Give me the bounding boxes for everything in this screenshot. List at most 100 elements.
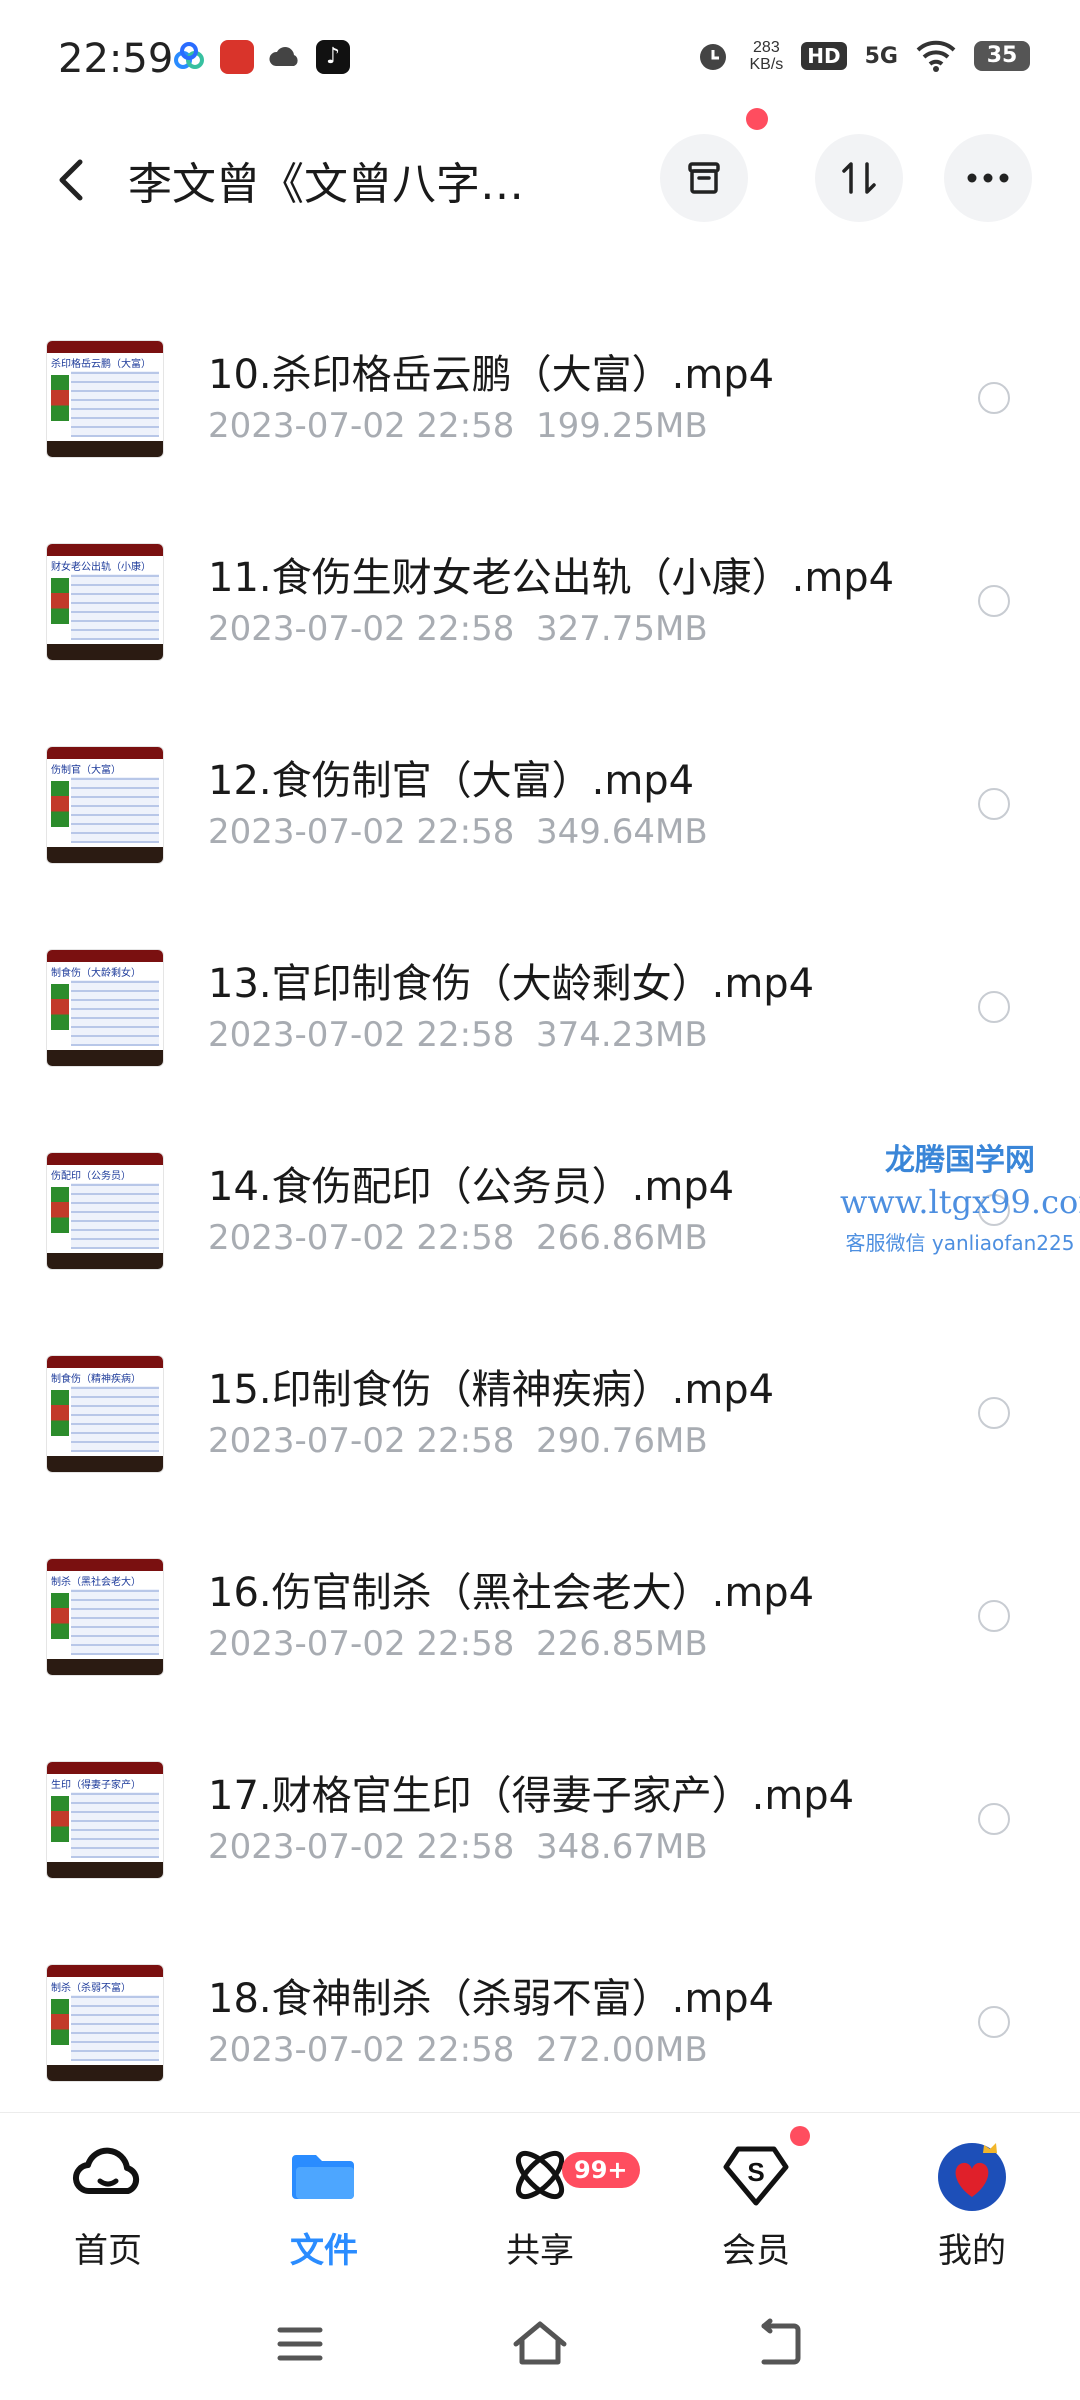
file-meta: 2023-07-02 22:58 272.00MB — [208, 2030, 708, 2070]
alarm-icon — [700, 44, 727, 70]
sort-icon — [842, 162, 876, 194]
cloud-app-icon — [174, 42, 204, 69]
back-nav-button[interactable] — [750, 2316, 810, 2372]
more-dots-icon — [967, 173, 1009, 183]
file-date: 2023-07-02 22:58 — [208, 2030, 515, 2070]
archive-box-icon — [688, 162, 720, 194]
menu-icon — [277, 2327, 323, 2361]
nav-home[interactable]: 首页 — [28, 2135, 188, 2272]
file-size: 349.64MB — [536, 812, 708, 852]
more-options-button[interactable] — [944, 134, 1032, 222]
watermark-contact: 客服微信 yanliaofan225 — [845, 1231, 1075, 1255]
file-size: 374.23MB — [536, 1015, 708, 1055]
signal-5g-icon: 5G — [864, 43, 898, 69]
app-notification-icon — [220, 40, 254, 74]
folder-icon — [292, 2155, 354, 2199]
select-radio[interactable] — [978, 585, 1010, 617]
watermark-url: www.ltgx99.com — [840, 1183, 1080, 1221]
file-row[interactable]: 制食伤（大龄剩女） 13.官印制食伤（大龄剩女）.mp4 2023-07-02 … — [0, 941, 1080, 1144]
file-size: 226.85MB — [536, 1624, 708, 1664]
file-date: 2023-07-02 22:58 — [208, 812, 515, 852]
system-nav — [0, 2288, 1080, 2400]
nav-files[interactable]: 文件 — [244, 2135, 404, 2272]
select-radio[interactable] — [978, 1397, 1010, 1429]
file-name: 13.官印制食伤（大龄剩女）.mp4 — [208, 961, 815, 1007]
svg-text:S: S — [747, 2157, 764, 2187]
video-thumbnail: 杀印格岳云鹏（大富） — [46, 340, 164, 458]
home-icon — [513, 2321, 567, 2365]
vip-diamond-icon: S — [723, 2146, 789, 2206]
select-radio[interactable] — [978, 788, 1010, 820]
file-date: 2023-07-02 22:58 — [208, 1421, 515, 1461]
hd-icon: HD — [801, 42, 847, 70]
page-title: 李文曾《文曾八字… — [128, 159, 524, 210]
file-row[interactable]: 杀印格岳云鹏（大富） 10.杀印格岳云鹏（大富）.mp4 2023-07-02 … — [0, 332, 1080, 535]
file-size: 290.76MB — [536, 1421, 708, 1461]
file-date: 2023-07-02 22:58 — [208, 1827, 515, 1867]
status-time: 22:59 — [58, 36, 174, 82]
network-speed: 283 KB/s — [749, 39, 784, 73]
battery-icon: 35 — [974, 41, 1030, 71]
notification-dot — [746, 108, 768, 130]
avatar — [938, 2143, 1006, 2211]
nav-vip[interactable]: S 会员 — [676, 2135, 836, 2272]
video-thumbnail: 制食伤（精神疾病） — [46, 1355, 164, 1473]
weather-cloud-icon — [269, 47, 298, 66]
select-radio[interactable] — [978, 1803, 1010, 1835]
home-cloud-icon — [73, 2147, 140, 2195]
notification-icons: ♪ — [172, 40, 350, 74]
wifi-icon — [916, 40, 956, 72]
file-row[interactable]: 制食伤（精神疾病） 15.印制食伤（精神疾病）.mp4 2023-07-02 2… — [0, 1347, 1080, 1550]
video-thumbnail: 制杀（杀弱不富） — [46, 1964, 164, 2082]
file-meta: 2023-07-02 22:58 327.75MB — [208, 609, 708, 649]
file-meta: 2023-07-02 22:58 266.86MB — [208, 1218, 708, 1258]
file-row[interactable]: 财女老公出轨（小康） 11.食伤生财女老公出轨（小康）.mp4 2023-07-… — [0, 535, 1080, 738]
system-status-icons: 283 KB/s HD 5G 35 — [695, 38, 1030, 74]
recent-apps-button[interactable] — [270, 2316, 330, 2372]
status-bar: 22:59 ♪ 283 KB/s HD 5G 35 — [0, 0, 1080, 120]
back-arrow-icon — [761, 2318, 801, 2365]
chevron-left-icon — [59, 159, 83, 201]
tiktok-icon: ♪ — [316, 40, 350, 74]
bottom-nav: 首页 文件 共享 S 会员 我的 — [0, 2112, 1080, 2289]
file-name: 14.食伤配印（公务员）.mp4 — [208, 1164, 735, 1210]
file-size: 266.86MB — [536, 1218, 708, 1258]
file-name: 15.印制食伤（精神疾病）.mp4 — [208, 1367, 775, 1413]
nav-me[interactable]: 我的 — [892, 2135, 1052, 2272]
video-thumbnail: 制杀（黑社会老大） — [46, 1558, 164, 1676]
file-size: 272.00MB — [536, 2030, 708, 2070]
file-meta: 2023-07-02 22:58 199.25MB — [208, 406, 708, 446]
video-thumbnail: 生印（得妻子家产） — [46, 1761, 164, 1879]
select-radio[interactable] — [978, 2006, 1010, 2038]
file-name: 12.食伤制官（大富）.mp4 — [208, 758, 695, 804]
file-name: 17.财格官生印（得妻子家产）.mp4 — [208, 1773, 855, 1819]
file-row[interactable]: 制杀（黑社会老大） 16.伤官制杀（黑社会老大）.mp4 2023-07-02 … — [0, 1550, 1080, 1753]
file-row[interactable]: 生印（得妻子家产） 17.财格官生印（得妻子家产）.mp4 2023-07-02… — [0, 1753, 1080, 1956]
app-header: 李文曾《文曾八字… — [0, 120, 1080, 240]
file-size: 327.75MB — [536, 609, 708, 649]
sort-button[interactable] — [815, 134, 903, 222]
select-radio[interactable] — [978, 382, 1010, 414]
select-radio[interactable] — [978, 991, 1010, 1023]
select-radio[interactable] — [978, 1600, 1010, 1632]
select-mode-button[interactable] — [660, 134, 748, 222]
file-date: 2023-07-02 22:58 — [208, 1218, 515, 1258]
file-size: 348.67MB — [536, 1827, 708, 1867]
file-meta: 2023-07-02 22:58 226.85MB — [208, 1624, 708, 1664]
share-badge: 99+ — [562, 2152, 640, 2188]
file-meta: 2023-07-02 22:58 290.76MB — [208, 1421, 708, 1461]
file-row[interactable]: 伤制官（大富） 12.食伤制官（大富）.mp4 2023-07-02 22:58… — [0, 738, 1080, 941]
video-thumbnail: 制食伤（大龄剩女） — [46, 949, 164, 1067]
file-date: 2023-07-02 22:58 — [208, 406, 515, 446]
back-button[interactable] — [50, 150, 96, 210]
video-thumbnail: 财女老公出轨（小康） — [46, 543, 164, 661]
watermark: 龙腾国学网 www.ltgx99.com 客服微信 yanliaofan225 — [840, 1135, 1080, 1256]
watermark-title: 龙腾国学网 — [885, 1143, 1035, 1178]
video-thumbnail: 伤制官（大富） — [46, 746, 164, 864]
vip-notification-dot — [790, 2126, 810, 2146]
file-meta: 2023-07-02 22:58 349.64MB — [208, 812, 708, 852]
file-size: 199.25MB — [536, 406, 708, 446]
file-date: 2023-07-02 22:58 — [208, 1624, 515, 1664]
file-meta: 2023-07-02 22:58 348.67MB — [208, 1827, 708, 1867]
home-button[interactable] — [510, 2316, 570, 2372]
